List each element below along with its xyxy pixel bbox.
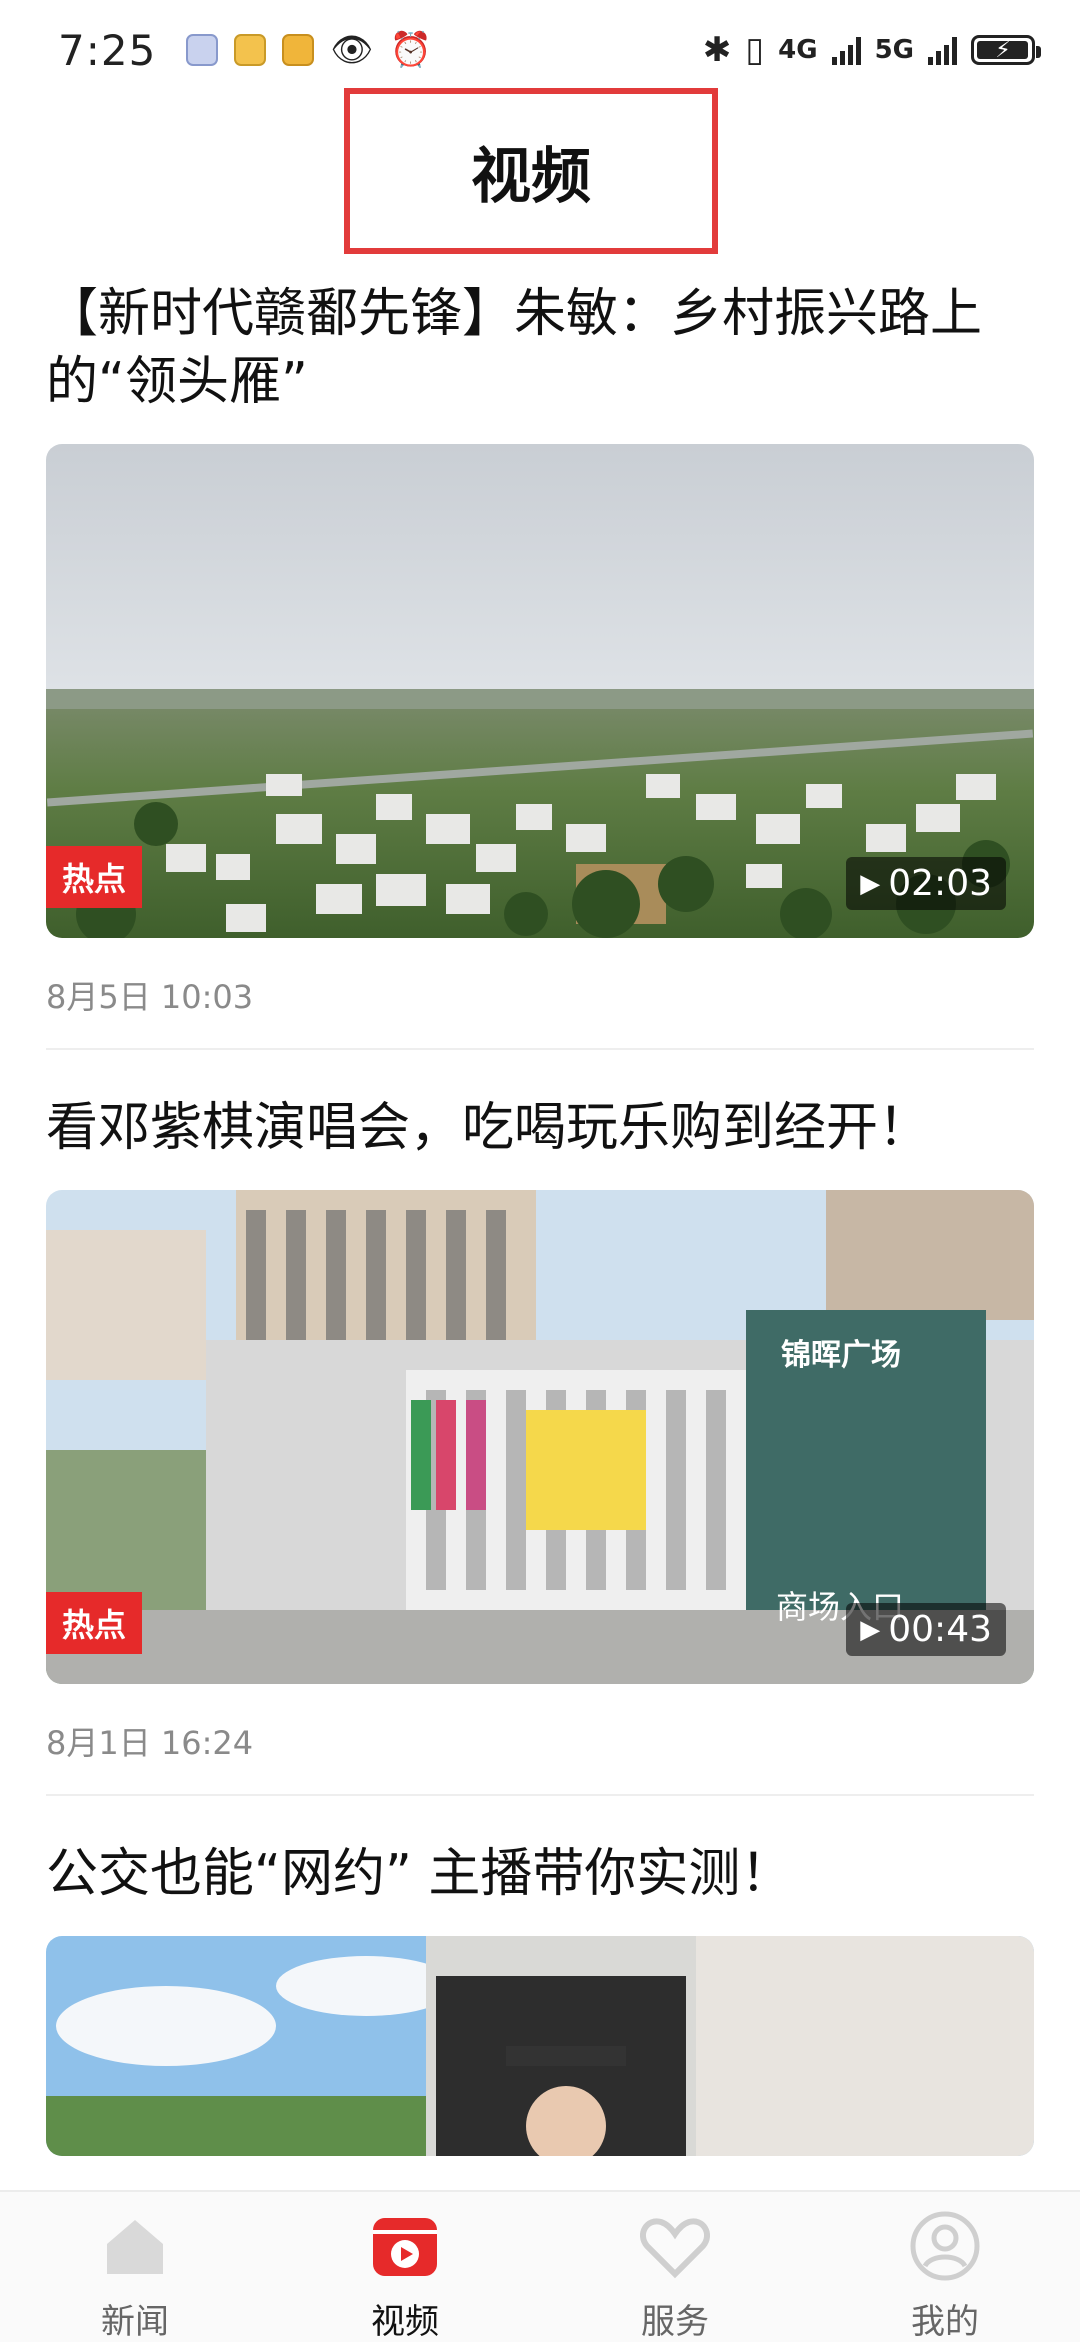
alarm-icon: ⏰ xyxy=(389,30,432,70)
nav-label: 我的 xyxy=(911,2302,979,2342)
network-type-5g: 5G xyxy=(874,35,914,65)
video-thumbnail[interactable] xyxy=(46,1936,1034,2156)
video-card[interactable]: 公交也能“网约” 主播带你实测！ xyxy=(46,1840,1034,2156)
play-icon: ▶ xyxy=(860,868,881,899)
page-title-box: 视频 xyxy=(344,88,718,254)
video-card[interactable]: 【新时代赣鄱先锋】朱敏：乡村振兴路上的“领头雁” 热点 ▶ 02:03 8月5日… xyxy=(46,280,1034,1016)
video-icon xyxy=(373,2218,437,2276)
nav-item-mine[interactable]: 我的 xyxy=(845,2192,1045,2343)
network-type-4g: 4G xyxy=(778,35,818,65)
battery-charging-icon: ⚡ xyxy=(971,35,1041,65)
video-feed[interactable]: 【新时代赣鄱先锋】朱敏：乡村振兴路上的“领头雁” 热点 ▶ 02:03 8月5日… xyxy=(46,280,1034,2156)
status-time: 7:25 xyxy=(58,25,157,75)
play-icon: ▶ xyxy=(860,1614,881,1645)
video-title[interactable]: 公交也能“网约” 主播带你实测！ xyxy=(46,1840,1034,1908)
duration-label: 02:03 xyxy=(888,863,992,904)
video-duration: ▶ 00:43 xyxy=(846,1603,1006,1656)
notification-app-icon xyxy=(186,34,219,66)
bottom-navigation: 新闻 视频 服务 我的 xyxy=(0,2190,1080,2342)
publish-date: 8月5日 10:03 xyxy=(46,978,254,1016)
notification-app-icon xyxy=(234,34,267,66)
nav-label: 新闻 xyxy=(101,2302,169,2342)
bluetooth-icon: ✱ xyxy=(702,30,732,70)
nav-item-news[interactable]: 新闻 xyxy=(35,2192,235,2343)
video-card[interactable]: 看邓紫棋演唱会，吃喝玩乐购到经开！ 锦晖广场 商场入口 热点 ▶ 00:43 8… xyxy=(46,1094,1034,1762)
video-thumbnail[interactable]: 锦晖广场 商场入口 热点 ▶ 00:43 xyxy=(46,1190,1034,1684)
nav-item-service[interactable]: 服务 xyxy=(575,2192,775,2343)
nav-label: 服务 xyxy=(641,2302,709,2342)
nav-label: 视频 xyxy=(371,2302,439,2342)
video-title[interactable]: 【新时代赣鄱先锋】朱敏：乡村振兴路上的“领头雁” xyxy=(46,280,1034,416)
divider xyxy=(46,1794,1034,1796)
hot-tag: 热点 xyxy=(46,846,143,908)
heart-hands-icon xyxy=(640,2218,710,2279)
video-duration: ▶ 02:03 xyxy=(846,857,1006,910)
video-thumbnail[interactable]: 热点 ▶ 02:03 xyxy=(46,444,1034,938)
signal-strength-icon xyxy=(928,35,957,65)
divider xyxy=(46,1048,1034,1050)
publish-date: 8月1日 16:24 xyxy=(46,1724,254,1762)
page-title: 视频 xyxy=(471,141,591,212)
user-icon xyxy=(910,2211,980,2281)
status-bar: 7:25 👁 ⏰ ✱ ▯ 4G 5G ⚡ xyxy=(0,0,1080,100)
signal-strength-icon xyxy=(831,35,861,65)
mall-sign-text: 锦晖广场 xyxy=(781,1338,901,1373)
video-title[interactable]: 看邓紫棋演唱会，吃喝玩乐购到经开！ xyxy=(46,1094,1034,1162)
eye-icon: 👁 xyxy=(330,30,374,70)
home-icon xyxy=(107,2220,163,2274)
nav-item-video[interactable]: 视频 xyxy=(305,2192,505,2343)
vibrate-icon: ▯ xyxy=(745,30,765,70)
bus-stop-image xyxy=(46,1936,1034,2156)
hot-tag: 热点 xyxy=(46,1592,143,1654)
duration-label: 00:43 xyxy=(888,1609,992,1650)
notification-app-icon xyxy=(282,34,315,66)
